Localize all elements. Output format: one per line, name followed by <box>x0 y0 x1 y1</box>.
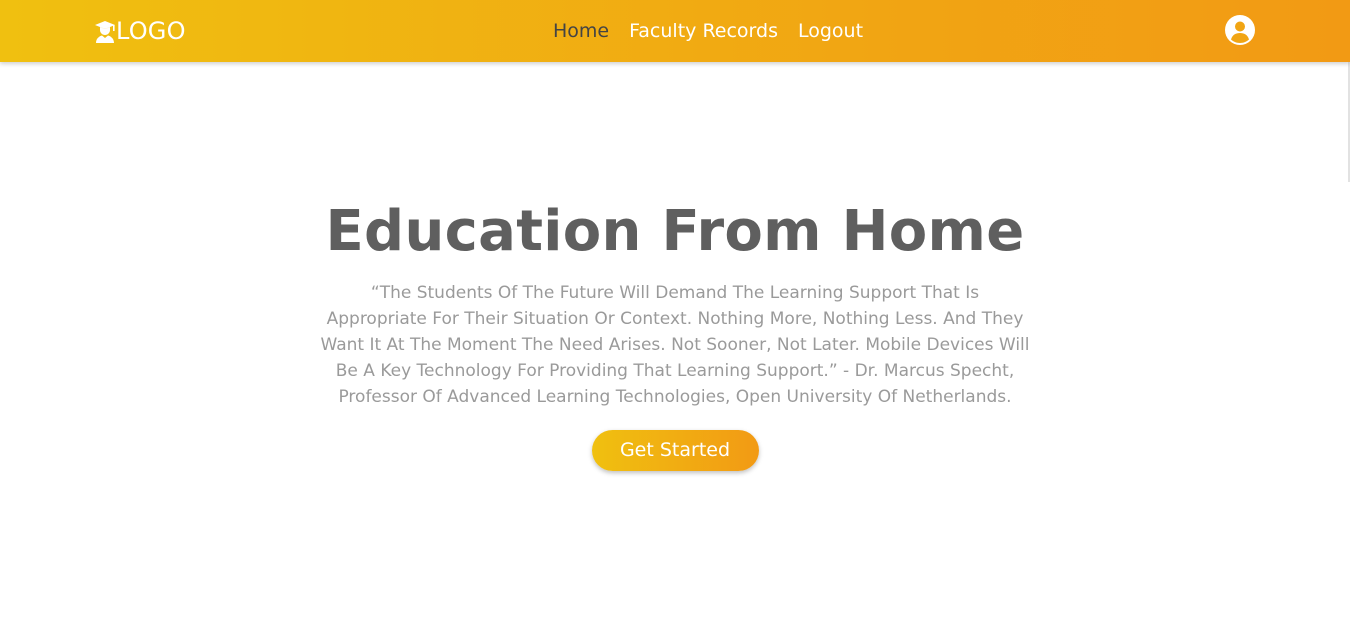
page: LOGO Home Faculty Records Logout Educati… <box>0 0 1350 641</box>
user-circle-icon <box>1224 14 1256 46</box>
main-nav: Home Faculty Records Logout <box>553 18 863 44</box>
nav-home[interactable]: Home <box>553 18 609 44</box>
user-account-button[interactable] <box>1224 14 1256 46</box>
logo-text: LOGO <box>116 17 186 45</box>
graduate-icon <box>94 19 116 43</box>
top-navbar: LOGO Home Faculty Records Logout <box>0 0 1350 62</box>
logo-link[interactable]: LOGO <box>94 16 186 46</box>
hero-section: Education From Home “The Students Of The… <box>0 196 1350 471</box>
nav-logout[interactable]: Logout <box>798 18 863 44</box>
hero-quote: “The Students Of The Future Will Demand … <box>320 283 1030 407</box>
hero-title: Education From Home <box>325 199 1025 264</box>
nav-faculty-records[interactable]: Faculty Records <box>629 18 778 44</box>
get-started-button[interactable]: Get Started <box>591 430 759 471</box>
